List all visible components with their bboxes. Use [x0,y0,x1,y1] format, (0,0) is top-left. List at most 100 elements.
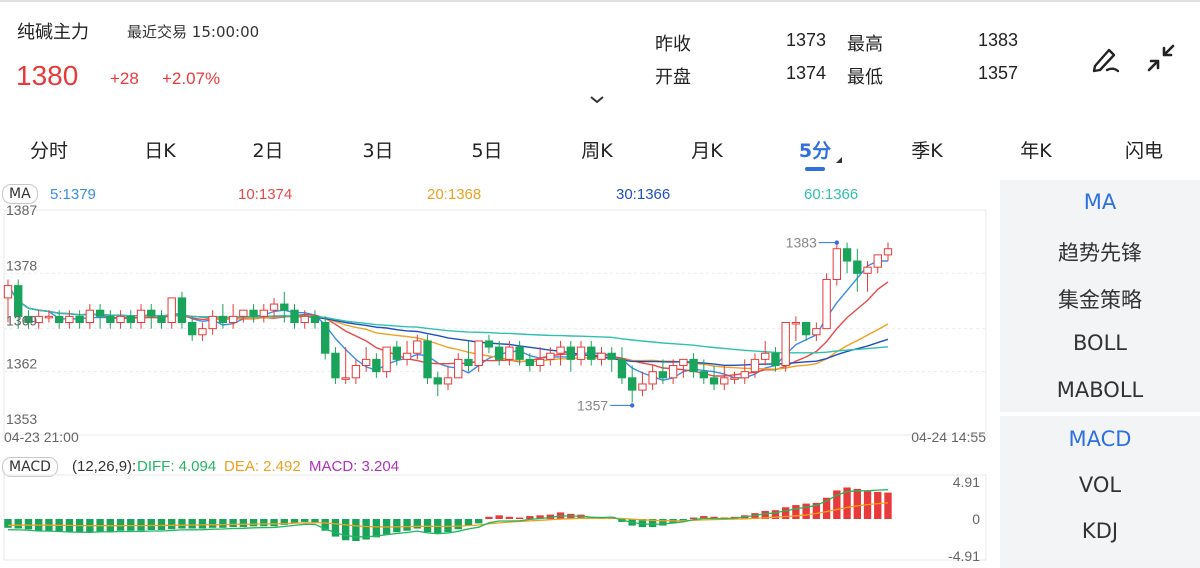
macd-histogram-bar [884,492,892,519]
candle-body [392,346,402,360]
price-change: +28 [110,69,139,88]
indicator-maboll[interactable]: MABOLL [1000,378,1200,402]
candle-body [249,309,258,317]
candle-body [290,309,299,324]
candle-body [464,358,473,367]
indicator-ma[interactable]: MA [1000,190,1200,214]
chevron-down-icon[interactable] [588,94,606,106]
candle-body [85,309,95,324]
tab-5-minute[interactable]: 5分 [775,136,855,163]
collapse-icon[interactable] [1143,40,1179,76]
tab-weekly-k[interactable]: 周K [557,136,637,163]
candle-body [167,297,176,324]
indicator-macd[interactable]: MACD [1000,427,1200,451]
candle-body [341,377,350,380]
candle-body [730,377,739,380]
indicator-vol[interactable]: VOL [1000,473,1200,497]
macd-histogram-bar [372,519,381,538]
indicator-kdj[interactable]: KDJ [1000,519,1200,543]
indicator-jijin-strategy[interactable]: 集金策略 [1000,284,1200,314]
price-tick-label: 1353 [6,411,37,427]
tab-3-day[interactable]: 3日 [338,136,418,163]
quote-label-low: 最低 [847,67,883,88]
macd-histogram-bar [239,519,248,528]
candle-body [873,254,882,268]
tab-dropdown-icon[interactable] [836,157,842,163]
candle-body [402,352,412,360]
tab-fenshi[interactable]: 分时 [9,136,89,163]
candle-body [228,315,238,323]
quote-value-prev-close: 1373 [785,30,826,50]
x-end-label: 04-24 14:55 [911,429,986,445]
macd-histogram-bar [792,505,800,519]
macd-histogram-bar [157,519,166,530]
candle-body [505,346,514,360]
indicator-trend-pioneer[interactable]: 趋势先锋 [1000,237,1200,267]
tab-2-day[interactable]: 2日 [228,136,308,163]
contract-name: 纯碱主力 [17,22,89,43]
macd-histogram-bar [24,519,33,530]
macd-histogram-bar [229,519,237,528]
candle-body [883,248,893,256]
candle-body [607,352,616,360]
price-tick-label: 1369 [6,313,37,329]
macd-histogram-bar [505,516,514,519]
candle-body [832,248,842,280]
candle-body [494,346,504,360]
candle-body [361,358,371,367]
candle-body [679,358,688,367]
macd-histogram-bar [485,516,493,519]
tab-monthly-k[interactable]: 月K [667,136,747,163]
candle-body [443,377,453,385]
macd-histogram-bar [4,519,12,528]
candle-body [668,365,678,379]
quote-label-prev-close: 昨收 [655,34,691,55]
candle-body [638,383,647,391]
candle-body [218,315,228,323]
candle-body [300,315,309,323]
macd-histogram-bar [116,519,125,531]
trade-time-value: 15:00:00 [191,23,260,41]
macd-histogram-bar [219,519,227,528]
candle-body [720,377,729,385]
macd-histogram-bar [249,519,258,527]
draw-icon[interactable] [1087,40,1123,76]
quote-label-open: 开盘 [655,67,691,88]
macd-histogram-bar [464,519,473,526]
candle-body [699,371,708,379]
tab-flash[interactable]: 闪电 [1104,136,1184,163]
candle-body [331,352,340,379]
candle-body [44,315,54,319]
candle-body [474,340,483,367]
candle-body [709,377,719,385]
candle-body [566,346,575,360]
macd-histogram-bar [853,488,861,519]
candle-body [54,315,64,323]
candle-body [157,315,166,323]
macd-tick-label: 0 [972,511,980,527]
candle-body [280,303,289,311]
candle-body [259,309,268,317]
candle-body [454,358,463,379]
candle-body [321,322,330,354]
quote-label-high: 最高 [847,34,883,55]
candle-body [750,358,760,373]
macd-tick-label: 4.91 [953,474,980,490]
candle-body [812,328,821,336]
tab-daily-k[interactable]: 日K [120,136,200,163]
candle-body [597,352,606,360]
macd-histogram-bar [208,519,217,528]
candle-body [116,315,125,323]
macd-histogram-bar [423,519,432,533]
tab-5-day[interactable]: 5日 [447,136,527,163]
candle-body [546,352,555,360]
macd-histogram-bar [444,519,452,533]
macd-histogram-bar [802,503,810,519]
tab-yearly-k[interactable]: 年K [996,136,1076,163]
tab-quarterly-k[interactable]: 季K [887,136,967,163]
candle-body [269,303,279,311]
macd-histogram-bar [454,519,462,530]
kline-chart[interactable]: 1383 1357 1387 1378 1369 1362 1353 04-23 21:00… [0,180,998,568]
indicator-boll[interactable]: BOLL [1000,331,1200,355]
quote-value-low: 1357 [977,63,1018,83]
